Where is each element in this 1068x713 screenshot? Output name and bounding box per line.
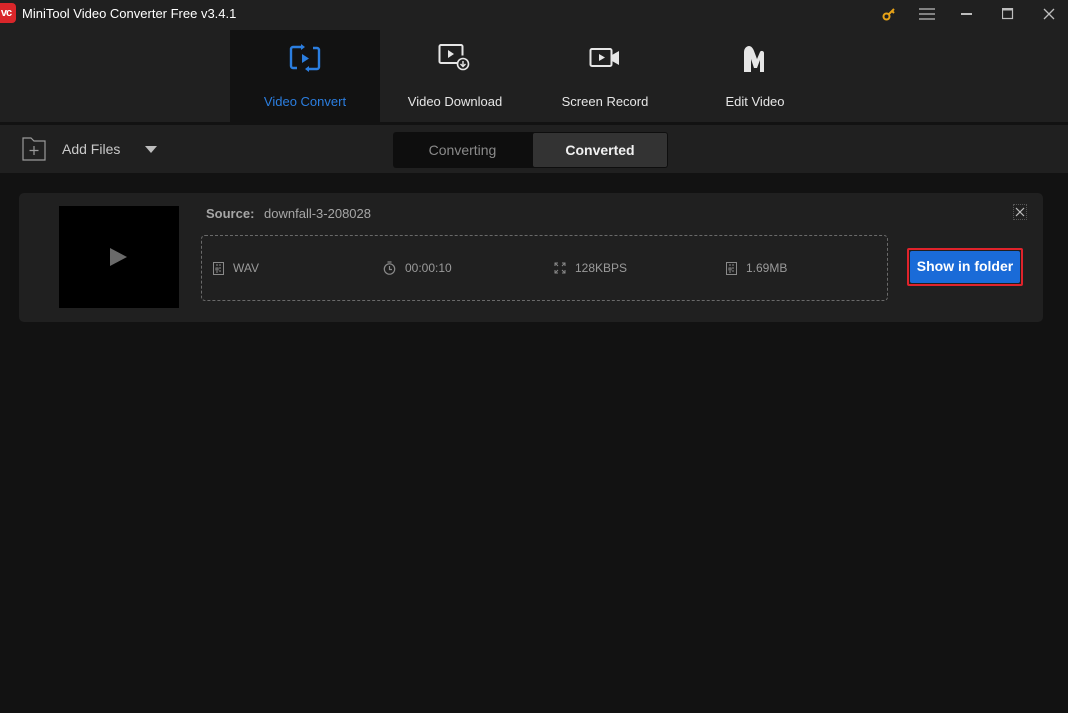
minimize-icon[interactable] xyxy=(950,0,984,28)
download-video-icon xyxy=(380,44,530,78)
nav-label: Screen Record xyxy=(561,94,649,109)
close-icon[interactable] xyxy=(1032,0,1066,28)
nav-label: Edit Video xyxy=(725,94,785,109)
convert-icon xyxy=(230,44,380,78)
chevron-down-icon[interactable] xyxy=(145,146,157,153)
add-folder-icon xyxy=(22,137,46,161)
format-info: WAV xyxy=(213,261,259,275)
source-filename: downfall-3-208028 xyxy=(264,206,371,221)
duration-info: 00:00:10 xyxy=(383,261,452,275)
format-value: WAV xyxy=(233,261,259,275)
output-info-box: WAV 00:00:10 128KBPS 1.69MB xyxy=(201,235,888,301)
key-icon[interactable] xyxy=(872,0,906,28)
remove-item-close-icon[interactable] xyxy=(1013,204,1027,220)
menu-icon[interactable] xyxy=(910,0,944,28)
show-in-folder-label: Show in folder xyxy=(910,251,1020,283)
movie-maker-icon xyxy=(680,44,830,78)
title-bar: vc MiniTool Video Converter Free v3.4.1 xyxy=(0,0,1068,30)
tab-converted[interactable]: Converted xyxy=(533,133,667,167)
source-info: Source: downfall-3-208028 xyxy=(206,206,371,221)
nav-video-download[interactable]: Video Download xyxy=(380,30,530,122)
add-files-label: Add Files xyxy=(62,141,121,157)
timer-icon xyxy=(383,261,396,275)
nav-video-convert[interactable]: Video Convert xyxy=(230,30,380,122)
nav-screen-record[interactable]: Screen Record xyxy=(530,30,680,122)
conversion-tabs: Converting Converted xyxy=(393,132,668,168)
bitrate-value: 128KBPS xyxy=(575,261,628,275)
duration-value: 00:00:10 xyxy=(405,261,452,275)
resolution-icon xyxy=(554,262,566,274)
nav-edit-video[interactable]: Edit Video xyxy=(680,30,830,122)
nav-label: Video Download xyxy=(407,94,503,109)
app-logo: vc xyxy=(0,3,16,23)
converted-file-card: Source: downfall-3-208028 WAV 00:00:10 1… xyxy=(19,193,1043,322)
app-title: MiniTool Video Converter Free v3.4.1 xyxy=(22,6,237,21)
nav-label: Video Convert xyxy=(263,94,347,109)
main-nav: Video Convert Video Download Screen Reco… xyxy=(0,30,1068,122)
video-thumbnail[interactable] xyxy=(59,206,179,308)
bitrate-info: 128KBPS xyxy=(554,261,627,275)
play-icon[interactable] xyxy=(110,248,127,266)
show-in-folder-button[interactable]: Show in folder xyxy=(907,248,1023,286)
camera-icon xyxy=(530,44,680,78)
size-value: 1.69MB xyxy=(746,261,788,275)
maximize-icon[interactable] xyxy=(991,0,1025,28)
source-label: Source: xyxy=(206,206,255,221)
format-icon xyxy=(213,261,224,275)
toolbar: Add Files Converting Converted xyxy=(0,125,1068,173)
size-info: 1.69MB xyxy=(726,261,787,275)
tab-converting[interactable]: Converting xyxy=(393,132,532,168)
add-files-button[interactable]: Add Files xyxy=(22,136,120,162)
file-size-icon xyxy=(726,261,737,275)
